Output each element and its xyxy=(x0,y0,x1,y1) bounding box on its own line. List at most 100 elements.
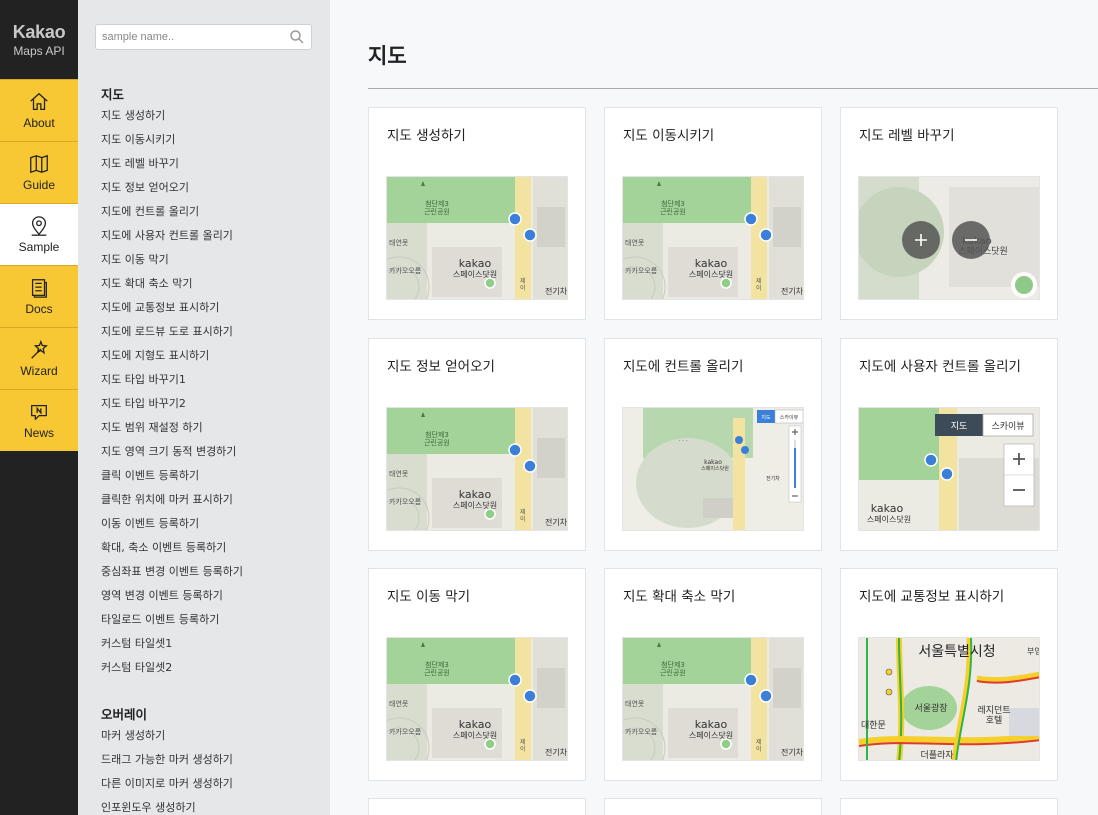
sample-link[interactable]: 마커 생성하기 xyxy=(101,724,233,748)
sample-link[interactable]: 지도 이동 막기 xyxy=(101,248,243,272)
sample-link[interactable]: 커스텀 타일셋2 xyxy=(101,656,243,680)
sample-card-title: 지도 레벨 바꾸기 xyxy=(859,128,955,144)
sample-link[interactable]: 드래그 가능한 마커 생성하기 xyxy=(101,748,233,772)
svg-text:카카오오름: 카카오오름 xyxy=(389,266,422,275)
sample-link[interactable]: 지도 확대 축소 막기 xyxy=(101,272,243,296)
sample-list-overlay: 마커 생성하기 드래그 가능한 마커 생성하기 다른 이미지로 마커 생성하기 인포윈… xyxy=(101,724,233,815)
brand-line1: Kakao xyxy=(12,21,66,42)
nav-guide-label: Guide xyxy=(22,178,56,192)
svg-text:근린공원: 근린공원 xyxy=(660,207,686,216)
sample-card[interactable]: 지도 정보 얻어오기 첨단제3 근린공원 태연못 카카오오름 kakao 스페이스… xyxy=(368,338,586,551)
sample-card[interactable]: 지도 레벨 바꾸기 kakao 스페이스닷원 xyxy=(840,107,1058,320)
svg-text:부영: 부영 xyxy=(1027,646,1040,656)
svg-text:지도: 지도 xyxy=(761,414,771,421)
svg-text:첨단제3: 첨단제3 xyxy=(425,660,449,669)
sample-card-title: 지도 이동시키기 xyxy=(623,128,715,144)
sample-link[interactable]: 지도에 로드뷰 도로 표시하기 xyxy=(101,320,243,344)
sample-link[interactable]: 지도 영역 크기 동적 변경하기 xyxy=(101,440,243,464)
section-title-map: 지도 xyxy=(101,87,125,102)
sample-card[interactable]: 지도 이동시키기 첨단제3 근린공원 태연못 카카오오름 kakao 스페이스닷원… xyxy=(604,107,822,320)
sample-link[interactable]: 이동 이벤트 등록하기 xyxy=(101,512,243,536)
svg-text:제: 제 xyxy=(520,277,526,285)
svg-text:전기차: 전기차 xyxy=(545,747,568,757)
sample-link[interactable]: 커스텀 타일셋1 xyxy=(101,632,243,656)
search-icon[interactable] xyxy=(289,29,305,45)
sample-link[interactable]: 지도에 지형도 표시하기 xyxy=(101,344,243,368)
sample-link[interactable]: 다른 이미지로 마커 생성하기 xyxy=(101,772,233,796)
svg-text:kakao: kakao xyxy=(459,488,492,501)
sample-link[interactable]: 지도 정보 얻어오기 xyxy=(101,176,243,200)
sample-link[interactable]: 지도 생성하기 xyxy=(101,104,243,128)
svg-text:kakao: kakao xyxy=(459,718,492,731)
sample-link[interactable]: 지도 레벨 바꾸기 xyxy=(101,152,243,176)
sample-card[interactable]: 지도에 사용자 컨트롤 올리기 kakao 스페이스닷원 지도 스카이뷰 xyxy=(840,338,1058,551)
svg-text:레지던트: 레지던트 xyxy=(977,705,1010,716)
sample-card[interactable]: 지도 이동 막기 첨단제3 근린공원 태연못 카카오오름 kakao 스페이스닷원… xyxy=(368,568,586,781)
nav-docs[interactable]: Docs xyxy=(0,265,78,327)
left-nav-rail: Kakao Maps API About Guide Sample Docs W… xyxy=(0,0,78,815)
svg-text:카카오오름: 카카오오름 xyxy=(389,727,422,736)
sample-card-partial[interactable] xyxy=(840,798,1058,815)
news-bubble-icon xyxy=(31,404,47,420)
sample-card[interactable]: 지도에 교통정보 표시하기 서울특별시청 부영 서울광장 레지던트호텔 대한문 … xyxy=(840,568,1058,781)
sample-card-title: 지도에 컨트롤 올리기 xyxy=(623,359,744,375)
sample-link[interactable]: 클릭 이벤트 등록하기 xyxy=(101,464,243,488)
sample-link[interactable]: 클릭한 위치에 마커 표시하기 xyxy=(101,488,243,512)
map-thumbnail: kakao 스페이스닷원 지도 스카이뷰 xyxy=(858,407,1040,531)
sample-link[interactable]: 중심좌표 변경 이벤트 등록하기 xyxy=(101,560,243,584)
sample-link[interactable]: 지도 타입 바꾸기1 xyxy=(101,368,243,392)
nav-wizard[interactable]: Wizard xyxy=(0,327,78,389)
svg-text:kakao: kakao xyxy=(704,459,722,466)
sample-card[interactable]: 지도 확대 축소 막기 첨단제3 근린공원 태연못 카카오오름 kakao 스페이… xyxy=(604,568,822,781)
map-thumbnail: · · · kakao 스페이스닷원 전기차 지도 스카이뷰 xyxy=(622,407,804,531)
sample-search-input[interactable] xyxy=(96,25,276,49)
nav-about[interactable]: About xyxy=(0,79,78,141)
svg-text:전기차: 전기차 xyxy=(781,286,804,296)
sample-link[interactable]: 인포윈도우 생성하기 xyxy=(101,796,233,815)
sample-link[interactable]: 지도 범위 재설정 하기 xyxy=(101,416,243,440)
svg-text:근린공원: 근린공원 xyxy=(424,438,450,447)
svg-text:이: 이 xyxy=(520,745,526,753)
svg-text:이: 이 xyxy=(756,284,762,292)
sample-link[interactable]: 타일로드 이벤트 등록하기 xyxy=(101,608,243,632)
sample-link[interactable]: 지도에 교통정보 표시하기 xyxy=(101,296,243,320)
sample-link[interactable]: 지도에 컨트롤 올리기 xyxy=(101,200,243,224)
svg-text:카카오오름: 카카오오름 xyxy=(625,727,658,736)
sample-link[interactable]: 확대, 축소 이벤트 등록하기 xyxy=(101,536,243,560)
svg-text:대한문: 대한문 xyxy=(861,720,886,731)
sample-link[interactable]: 지도 이동시키기 xyxy=(101,128,243,152)
nav-docs-label: Docs xyxy=(25,302,53,316)
svg-text:kakao: kakao xyxy=(459,257,492,270)
svg-text:호텔: 호텔 xyxy=(986,714,1003,726)
brand-logo[interactable]: Kakao Maps API xyxy=(0,0,78,79)
main-content: 지도 지도 생성하기 첨단제3 근린공원 태연못 카카오오름 kakao 스페이스… xyxy=(330,0,1098,815)
svg-text:전기차: 전기차 xyxy=(781,747,804,757)
svg-text:kakao: kakao xyxy=(871,502,904,515)
sample-card-partial[interactable] xyxy=(604,798,822,815)
nav-about-label: About xyxy=(23,116,55,130)
sample-card-title: 지도 이동 막기 xyxy=(387,589,471,605)
svg-text:서울특별시청: 서울특별시청 xyxy=(918,644,995,660)
svg-text:전기차: 전기차 xyxy=(766,475,780,482)
section-title-overlay: 오버레이 xyxy=(101,707,148,722)
svg-text:이: 이 xyxy=(520,515,526,523)
svg-text:카카오오름: 카카오오름 xyxy=(625,266,658,275)
sample-link[interactable]: 영역 변경 이벤트 등록하기 xyxy=(101,584,243,608)
sample-card-partial[interactable] xyxy=(368,798,586,815)
svg-text:제: 제 xyxy=(520,738,526,746)
svg-text:스카이뷰: 스카이뷰 xyxy=(991,421,1024,432)
svg-text:근린공원: 근린공원 xyxy=(424,207,450,216)
nav-sample[interactable]: Sample xyxy=(0,203,78,265)
svg-text:· · ·: · · · xyxy=(678,438,688,445)
location-pin-icon xyxy=(31,216,47,236)
sample-card[interactable]: 지도에 컨트롤 올리기 · · · kakao 스페이스닷원 전기차 지도 스카… xyxy=(604,338,822,551)
svg-text:근린공원: 근린공원 xyxy=(660,668,686,677)
svg-text:근린공원: 근린공원 xyxy=(424,668,450,677)
svg-text:지도: 지도 xyxy=(951,421,968,432)
svg-text:스페이스닷원: 스페이스닷원 xyxy=(701,465,729,472)
nav-guide[interactable]: Guide xyxy=(0,141,78,203)
sample-link[interactable]: 지도 타입 바꾸기2 xyxy=(101,392,243,416)
sample-card[interactable]: 지도 생성하기 첨단제3 근린공원 태연못 카카오오름 kakao 스페이스닷원 … xyxy=(368,107,586,320)
sample-link[interactable]: 지도에 사용자 컨트롤 올리기 xyxy=(101,224,243,248)
nav-news[interactable]: News xyxy=(0,389,78,451)
